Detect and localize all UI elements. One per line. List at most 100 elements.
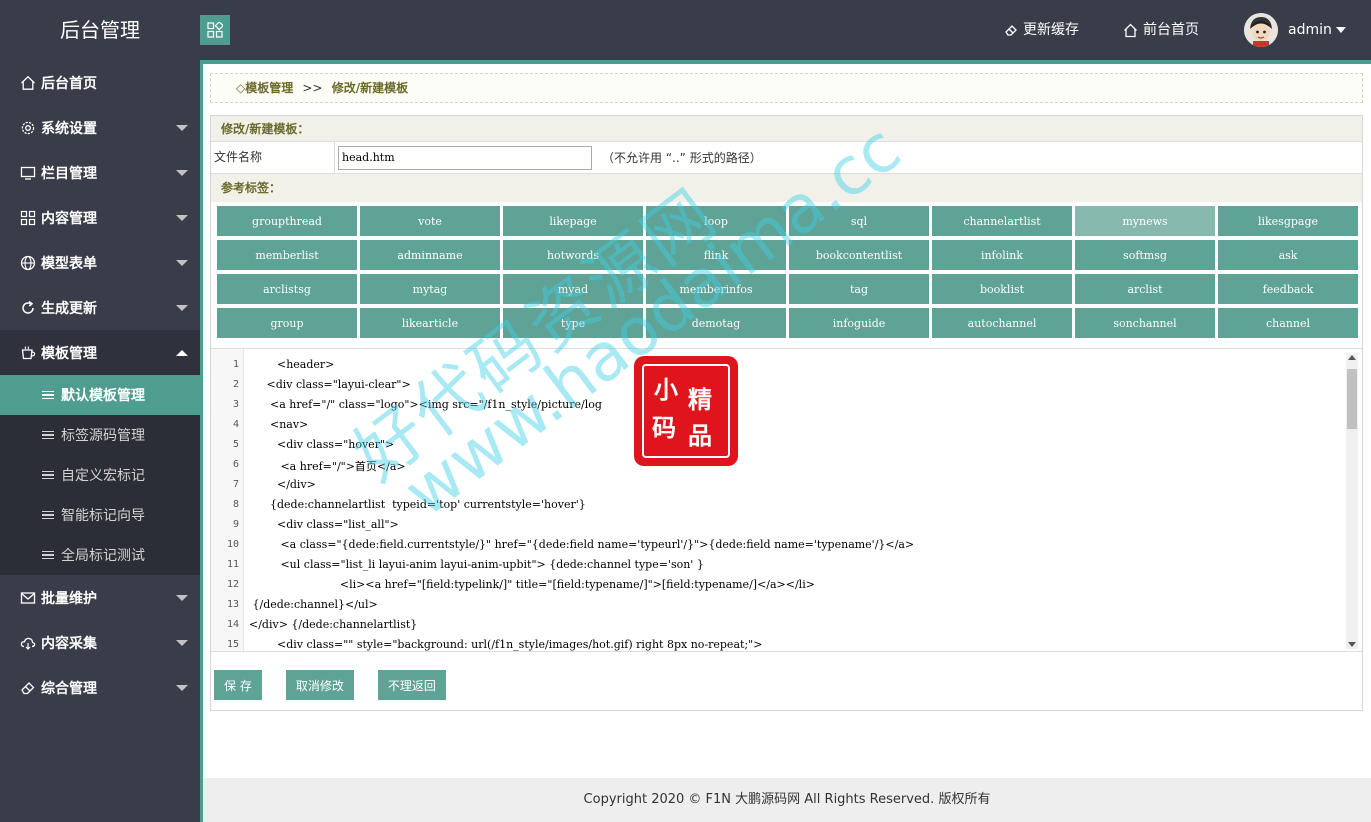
user-name[interactable]: admin [1288,0,1332,60]
tag-button[interactable]: memberlist [217,240,357,270]
top-header: 后台管理 更新缓存 前台首页 admin [0,0,1371,60]
tag-button[interactable]: loop [646,206,786,236]
tag-button[interactable]: myad [503,274,643,304]
tag-button[interactable]: demotag [646,308,786,338]
sidebar-item-label: 栏目管理 [41,165,97,182]
file-name-row: 文件名称 （不允许用 “..” 形式的路径） [211,142,1362,174]
menu-icon [42,390,54,400]
update-cache-link[interactable]: 更新缓存 [1004,0,1079,60]
sidebar-item-content-collection[interactable]: 内容采集 [0,620,200,665]
sidebar-item-label: 内容管理 [41,210,97,227]
sidebar-item-home[interactable]: 后台首页 [0,60,200,105]
chevron-down-icon [176,595,188,601]
tag-button[interactable]: memberinfos [646,274,786,304]
sidebar-item-content-management[interactable]: 内容管理 [0,195,200,240]
app-logo[interactable]: 后台管理 [0,0,200,60]
sidebar-subitem-tag-source[interactable]: 标签源码管理 [0,415,200,455]
sidebar-subitem-custom-macros[interactable]: 自定义宏标记 [0,455,200,495]
sidebar-item-model-forms[interactable]: 模型表单 [0,240,200,285]
sidebar-subitem-global-tag-test[interactable]: 全局标记测试 [0,535,200,575]
scroll-down-icon[interactable] [1348,642,1356,647]
chevron-down-icon [176,125,188,131]
breadcrumb-separator: >> [302,81,323,95]
code-line: <ul class="list_li layui-anim layui-anim… [249,558,704,571]
tag-button[interactable]: tag [789,274,929,304]
line-number: 12 [226,579,239,590]
tag-button[interactable]: sonchannel [1075,308,1215,338]
front-home-link[interactable]: 前台首页 [1123,0,1199,60]
cancel-button[interactable]: 取消修改 [285,670,354,700]
reference-tags-title: 参考标签： [211,174,1362,202]
tag-button[interactable]: softmsg [1075,240,1215,270]
line-number: 5 [232,439,239,450]
sidebar-item-system-settings[interactable]: 系统设置 [0,105,200,150]
line-number: 1 [232,359,239,370]
code-line: <div class="" style="background: url(/f1… [249,638,763,651]
tag-button[interactable]: sql [789,206,929,236]
code-line: <a href="/" class="logo"><img src="/f1n_… [249,398,602,411]
sidebar-item-batch-maintenance[interactable]: 批量维护 [0,575,200,620]
scroll-up-icon[interactable] [1348,355,1356,360]
chevron-down-icon [176,170,188,176]
sidebar-item-label: 后台首页 [41,75,97,92]
tag-button[interactable]: flink [646,240,786,270]
scroll-thumb[interactable] [1347,369,1357,429]
sidebar-item-label: 模板管理 [41,345,97,362]
tag-button[interactable]: booklist [932,274,1072,304]
file-name-input[interactable] [338,145,592,170]
code-line: <nav> [249,418,309,431]
stamp-char: 品 [688,421,712,450]
tag-button[interactable]: infolink [932,240,1072,270]
tag-button[interactable]: ask [1218,240,1358,270]
tag-button[interactable]: channel [1218,308,1358,338]
tag-button[interactable]: likepage [503,206,643,236]
tag-button[interactable]: groupthread [217,206,357,236]
sidebar-subitem-tag-wizard[interactable]: 智能标记向导 [0,495,200,535]
tag-button[interactable]: channelartlist [932,206,1072,236]
tag-button[interactable]: hotwords [503,240,643,270]
sidebar-item-template-management[interactable]: 模板管理 [0,330,200,375]
sidebar-item-column-management[interactable]: 栏目管理 [0,150,200,195]
editor-scrollbar[interactable] [1346,353,1358,649]
code-line: {dede:channelartlist typeid='top' curren… [249,498,586,511]
cup-icon [20,345,36,361]
watermark-stamp: 小 精 码 品 [636,358,736,464]
tag-button[interactable]: group [217,308,357,338]
tag-button[interactable]: mytag [360,274,500,304]
code-editor[interactable]: 1 2 3 4 5 6 7 8 9 10 11 12 13 14 15 <hea… [211,348,1362,652]
code-line: <a href="/">首页</a> [249,460,406,473]
menu-icon [42,470,54,480]
tag-button[interactable]: mynews [1075,206,1215,236]
tag-button[interactable]: arclistsg [217,274,357,304]
user-caret-icon[interactable] [1336,27,1346,33]
sidebar-item-general-management[interactable]: 综合管理 [0,665,200,710]
sidebar-item-generate-update[interactable]: 生成更新 [0,285,200,330]
sidebar-subitem-default-templates[interactable]: 默认模板管理 [0,375,200,415]
sidebar-subitem-label: 自定义宏标记 [61,468,145,484]
tag-button[interactable]: type [503,308,643,338]
tag-button[interactable]: arclist [1075,274,1215,304]
tag-button[interactable]: bookcontentlist [789,240,929,270]
tag-button[interactable]: vote [360,206,500,236]
code-line: <div class="list_all"> [249,518,399,531]
template-edit-panel: 修改/新建模板： 文件名称 （不允许用 “..” 形式的路径） 参考标签： gr… [210,115,1363,711]
globe-icon [20,255,36,271]
monitor-icon [20,165,36,181]
tag-button[interactable]: likearticle [360,308,500,338]
tag-button[interactable]: autochannel [932,308,1072,338]
back-button[interactable]: 不理返回 [377,670,446,700]
save-button[interactable]: 保 存 [214,670,262,700]
breadcrumb: ◇模板管理 >> 修改/新建模板 [210,73,1363,103]
tag-button[interactable]: feedback [1218,274,1358,304]
breadcrumb-parent[interactable]: ◇模板管理 [236,81,293,95]
line-number: 6 [232,459,239,470]
tag-button[interactable]: adminname [360,240,500,270]
update-cache-label: 更新缓存 [1023,22,1079,38]
avatar[interactable] [1244,13,1278,47]
tag-button[interactable]: infoguide [789,308,929,338]
menu-toggle-button[interactable] [200,15,230,45]
line-number: 10 [226,539,239,550]
tag-button[interactable]: likesgpage [1218,206,1358,236]
home-icon [1124,23,1137,37]
sidebar-subitem-label: 默认模板管理 [61,388,145,404]
